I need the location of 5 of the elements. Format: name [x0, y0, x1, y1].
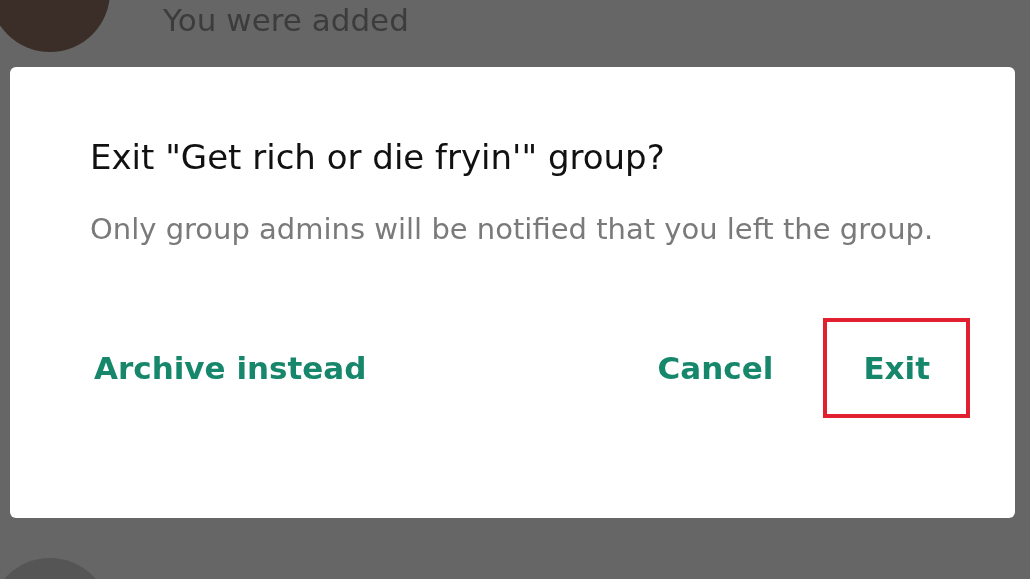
dialog-message: Only group admins will be notified that you left the group. [90, 211, 935, 248]
dialog-button[interactable]: Cancel [617, 318, 814, 418]
dialog-title: Exit "Get rich or die fryin'" group? [90, 137, 666, 177]
dialog-button[interactable]: Archive instead [54, 318, 407, 418]
dialog-button[interactable]: Exit [823, 318, 970, 418]
